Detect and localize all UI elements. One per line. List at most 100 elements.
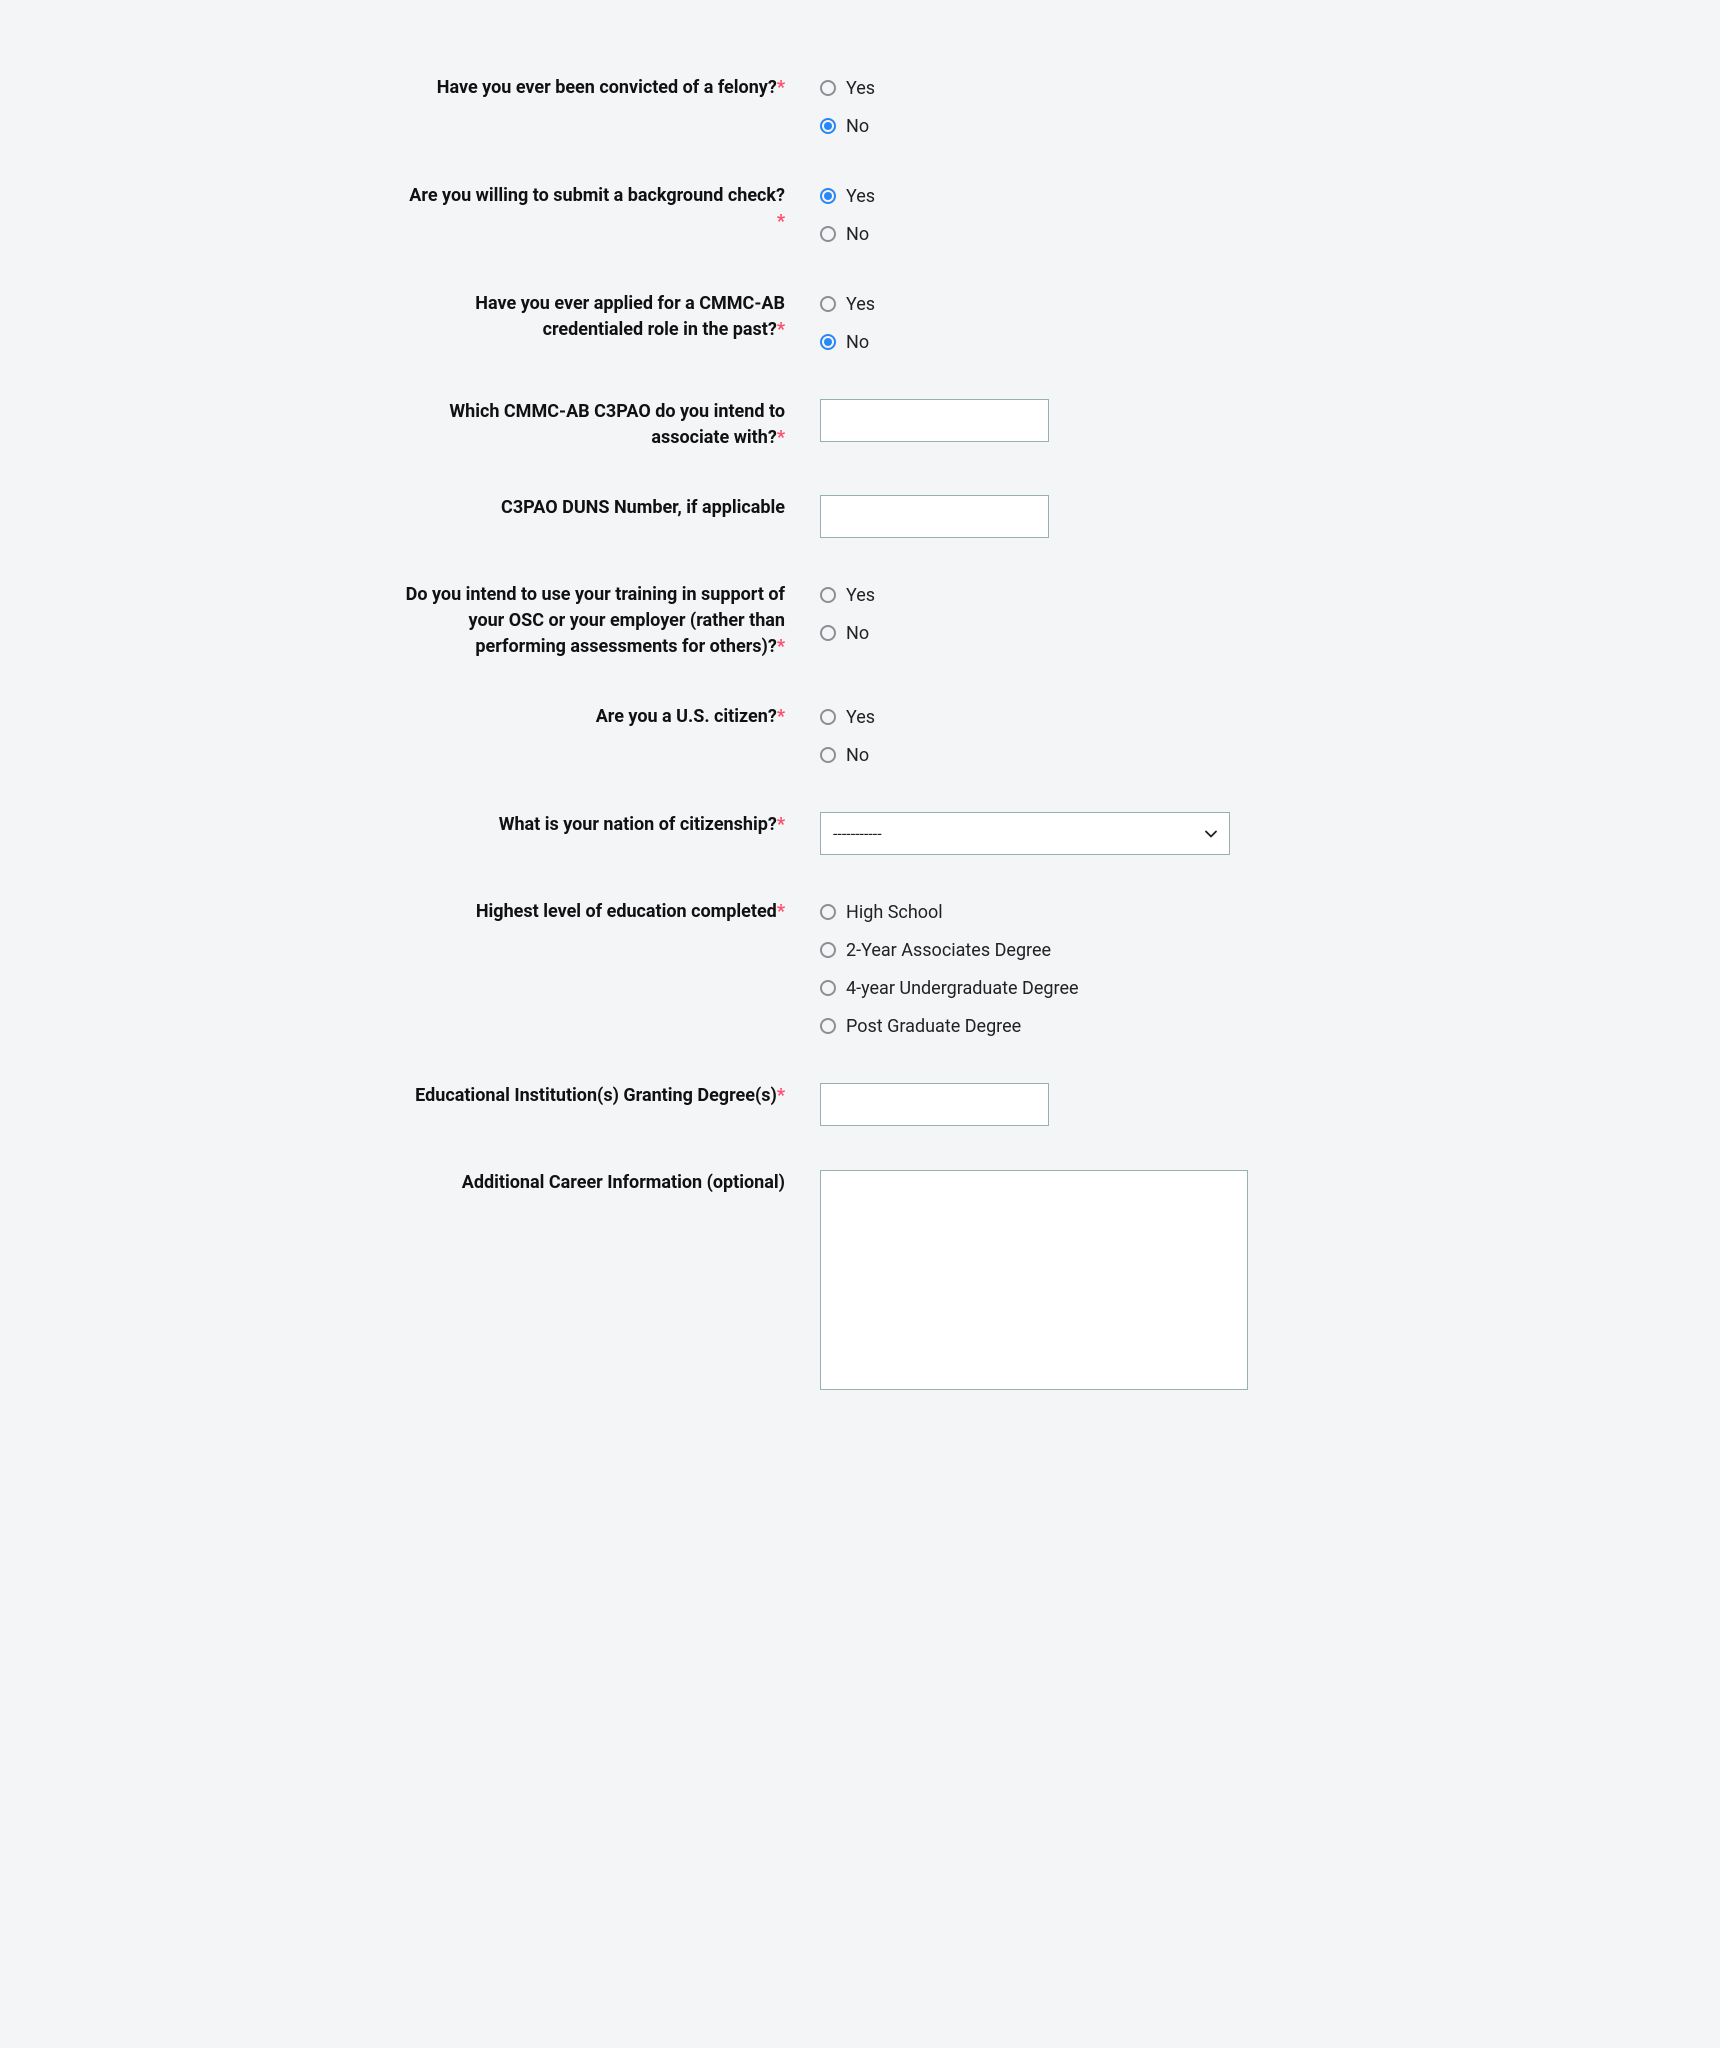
radio-label: No	[846, 224, 869, 245]
label-text: Do you intend to use your training in su…	[406, 584, 785, 657]
label-text: Additional Career Information (optional)	[462, 1172, 785, 1193]
radio-label: Yes	[846, 78, 875, 99]
required-mark: *	[777, 814, 785, 835]
radio-icon	[820, 188, 836, 204]
radio-label: Post Graduate Degree	[846, 1016, 1021, 1037]
label-education-level: Highest level of education completed*	[405, 899, 785, 925]
radio-icon	[820, 226, 836, 242]
radio-no[interactable]: No	[820, 742, 1315, 768]
select-value: -----------	[833, 824, 882, 843]
radio-no[interactable]: No	[820, 329, 1315, 355]
radio-yes[interactable]: Yes	[820, 75, 1315, 101]
required-mark: *	[777, 427, 785, 448]
radio-high-school[interactable]: High School	[820, 899, 1315, 925]
radio-label: High School	[846, 902, 943, 923]
label-text: Are you willing to submit a background c…	[409, 185, 785, 206]
label-text: Are you a U.S. citizen?	[596, 706, 777, 727]
input-wrap-citizenship: -----------	[785, 812, 1315, 855]
label-us-citizen: Are you a U.S. citizen?*	[405, 704, 785, 730]
radio-label: Yes	[846, 707, 875, 728]
radio-yes[interactable]: Yes	[820, 704, 1315, 730]
row-felony: Have you ever been convicted of a felony…	[405, 75, 1315, 139]
label-text: What is your nation of citizenship?	[499, 814, 777, 835]
radio-icon	[820, 1018, 836, 1034]
radio-icon	[820, 747, 836, 763]
radio-label: Yes	[846, 585, 875, 606]
radio-yes[interactable]: Yes	[820, 183, 1315, 209]
label-text: Have you ever applied for a CMMC-AB cred…	[475, 293, 785, 340]
radio-postgraduate[interactable]: Post Graduate Degree	[820, 1013, 1315, 1039]
radio-icon	[820, 334, 836, 350]
radio-label: No	[846, 745, 869, 766]
options-background-check: Yes No	[785, 183, 1315, 247]
c3pao-input[interactable]	[820, 399, 1049, 442]
row-background-check: Are you willing to submit a background c…	[405, 183, 1315, 247]
label-text: Educational Institution(s) Granting Degr…	[415, 1085, 777, 1106]
form: Have you ever been convicted of a felony…	[405, 75, 1315, 1395]
radio-icon	[820, 709, 836, 725]
radio-label: No	[846, 332, 869, 353]
required-mark: *	[777, 636, 785, 657]
required-mark: *	[777, 77, 785, 98]
radio-icon	[820, 118, 836, 134]
radio-icon	[820, 942, 836, 958]
label-text: Which CMMC-AB C3PAO do you intend to ass…	[449, 401, 785, 448]
radio-no[interactable]: No	[820, 620, 1315, 646]
row-duns: C3PAO DUNS Number, if applicable	[405, 495, 1315, 538]
label-felony: Have you ever been convicted of a felony…	[405, 75, 785, 101]
radio-icon	[820, 625, 836, 641]
radio-icon	[820, 80, 836, 96]
chevron-down-icon	[1205, 826, 1217, 842]
radio-no[interactable]: No	[820, 113, 1315, 139]
row-additional-info: Additional Career Information (optional)	[405, 1170, 1315, 1395]
options-felony: Yes No	[785, 75, 1315, 139]
radio-yes[interactable]: Yes	[820, 291, 1315, 317]
label-prior-cmmc: Have you ever applied for a CMMC-AB cred…	[405, 291, 785, 343]
radio-yes[interactable]: Yes	[820, 582, 1315, 608]
label-training-use: Do you intend to use your training in su…	[405, 582, 785, 660]
row-institution: Educational Institution(s) Granting Degr…	[405, 1083, 1315, 1126]
radio-associates[interactable]: 2-Year Associates Degree	[820, 937, 1315, 963]
required-mark: *	[777, 319, 785, 340]
label-additional-info: Additional Career Information (optional)	[405, 1170, 785, 1196]
label-text: C3PAO DUNS Number, if applicable	[501, 497, 785, 518]
radio-label: Yes	[846, 186, 875, 207]
required-mark: *	[777, 706, 785, 727]
label-duns: C3PAO DUNS Number, if applicable	[405, 495, 785, 521]
row-c3pao: Which CMMC-AB C3PAO do you intend to ass…	[405, 399, 1315, 451]
input-wrap-c3pao	[785, 399, 1315, 442]
row-prior-cmmc: Have you ever applied for a CMMC-AB cred…	[405, 291, 1315, 355]
duns-input[interactable]	[820, 495, 1049, 538]
radio-icon	[820, 904, 836, 920]
radio-label: 4-year Undergraduate Degree	[846, 978, 1079, 999]
additional-info-textarea[interactable]	[820, 1170, 1248, 1390]
radio-label: Yes	[846, 294, 875, 315]
required-mark: *	[777, 901, 785, 922]
label-background-check: Are you willing to submit a background c…	[405, 183, 785, 235]
row-us-citizen: Are you a U.S. citizen?* Yes No	[405, 704, 1315, 768]
row-training-use: Do you intend to use your training in su…	[405, 582, 1315, 660]
radio-icon	[820, 980, 836, 996]
radio-undergraduate[interactable]: 4-year Undergraduate Degree	[820, 975, 1315, 1001]
options-education-level: High School 2-Year Associates Degree 4-y…	[785, 899, 1315, 1039]
radio-label: No	[846, 623, 869, 644]
institution-input[interactable]	[820, 1083, 1049, 1126]
label-c3pao: Which CMMC-AB C3PAO do you intend to ass…	[405, 399, 785, 451]
options-prior-cmmc: Yes No	[785, 291, 1315, 355]
label-text: Highest level of education completed	[476, 901, 777, 922]
citizenship-select[interactable]: -----------	[820, 812, 1230, 855]
radio-no[interactable]: No	[820, 221, 1315, 247]
radio-icon	[820, 296, 836, 312]
label-citizenship: What is your nation of citizenship?*	[405, 812, 785, 838]
radio-icon	[820, 587, 836, 603]
radio-label: 2-Year Associates Degree	[846, 940, 1051, 961]
radio-label: No	[846, 116, 869, 137]
options-training-use: Yes No	[785, 582, 1315, 646]
row-education-level: Highest level of education completed* Hi…	[405, 899, 1315, 1039]
label-institution: Educational Institution(s) Granting Degr…	[405, 1083, 785, 1109]
row-citizenship: What is your nation of citizenship?* ---…	[405, 812, 1315, 855]
options-us-citizen: Yes No	[785, 704, 1315, 768]
required-mark: *	[777, 1085, 785, 1106]
input-wrap-additional-info	[785, 1170, 1315, 1395]
required-mark: *	[777, 211, 785, 232]
